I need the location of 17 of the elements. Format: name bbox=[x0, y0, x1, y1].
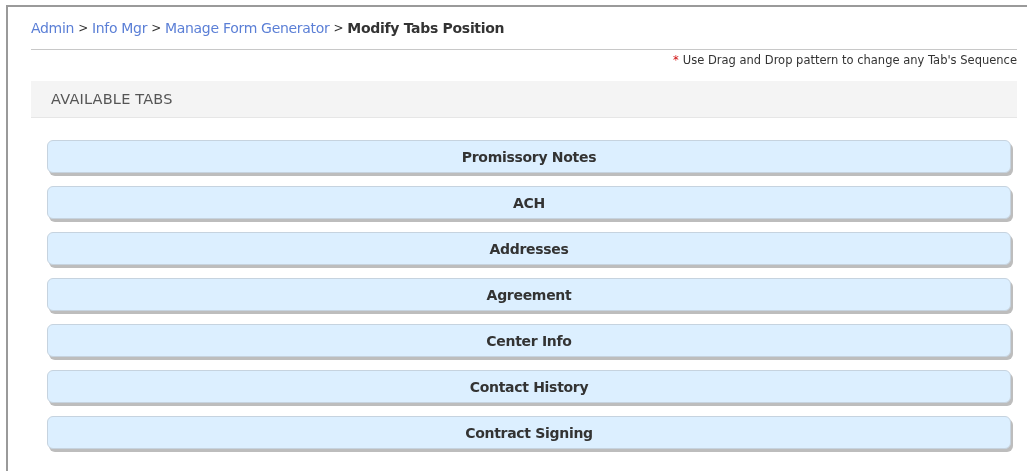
breadcrumb-link[interactable]: Admin bbox=[31, 20, 75, 36]
breadcrumb-separator: > bbox=[151, 21, 161, 35]
draggable-tab[interactable]: ACH bbox=[47, 186, 1011, 219]
page-title: Modify Tabs Position bbox=[347, 20, 505, 36]
breadcrumb-link[interactable]: Manage Form Generator bbox=[164, 20, 330, 36]
required-marker: * bbox=[673, 53, 679, 69]
breadcrumb-separator: > bbox=[78, 21, 88, 35]
draggable-tab[interactable]: Contact History bbox=[47, 370, 1011, 403]
draggable-tab[interactable]: Addresses bbox=[47, 232, 1011, 265]
section-header: AVAILABLE TABS bbox=[31, 81, 1017, 118]
hint-text: Use Drag and Drop pattern to change any Tab's Sequence bbox=[682, 53, 1017, 69]
breadcrumb-link[interactable]: Info Mgr bbox=[91, 20, 148, 36]
breadcrumb-separator: > bbox=[333, 21, 344, 35]
draggable-tab[interactable]: Promissory Notes bbox=[47, 140, 1011, 173]
draggable-tab[interactable]: Agreement bbox=[47, 278, 1011, 311]
draggable-tab[interactable]: Center Info bbox=[47, 324, 1011, 357]
draggable-tab[interactable]: Contract Signing bbox=[47, 416, 1011, 449]
